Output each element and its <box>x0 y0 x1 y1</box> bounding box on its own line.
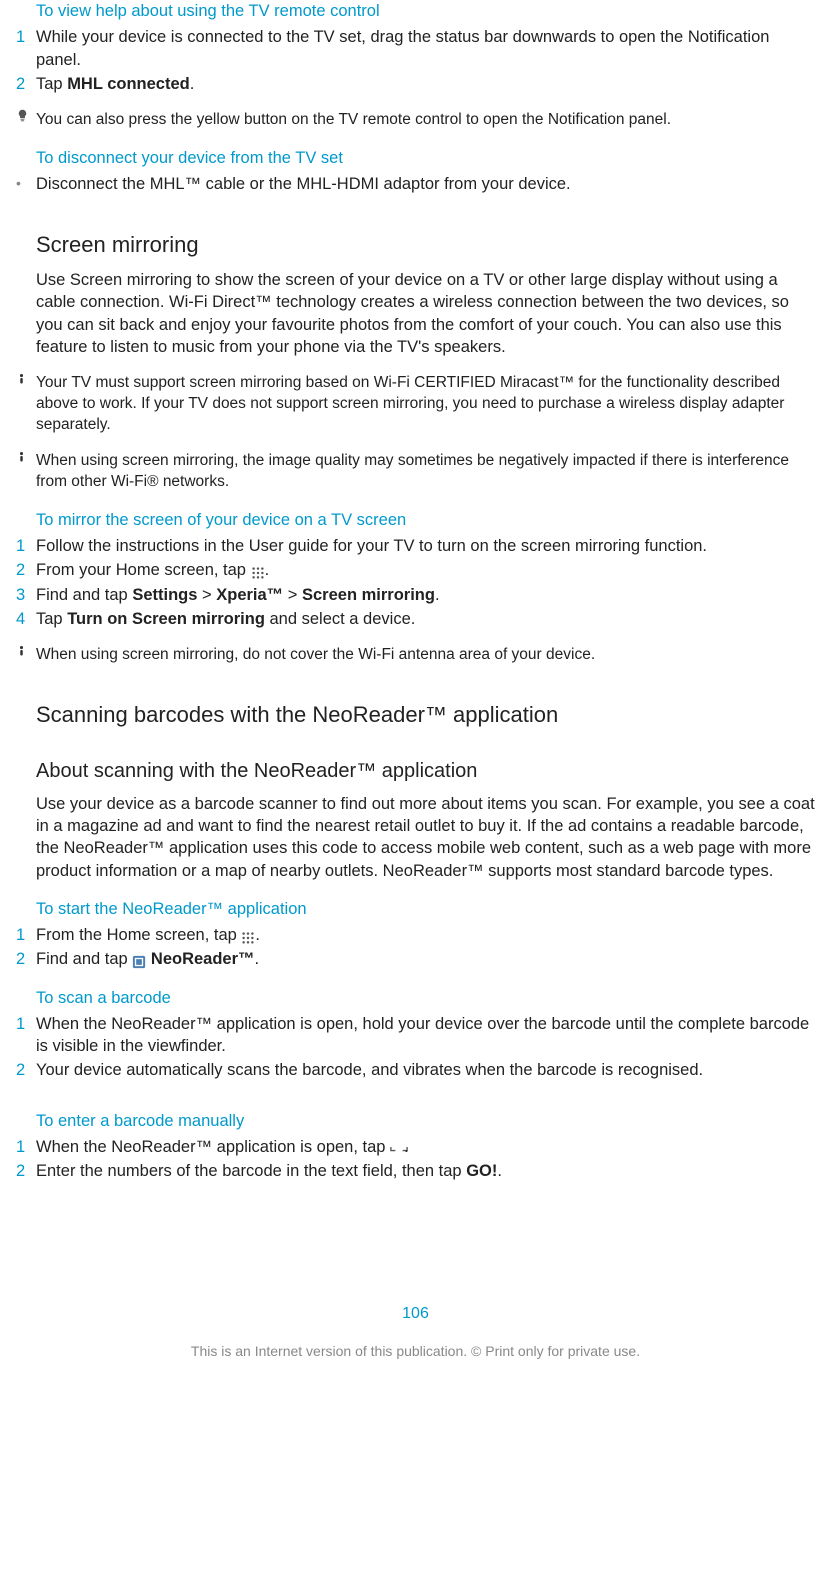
warning-row: When using screen mirroring, the image q… <box>36 450 815 493</box>
step-row: 1 When the NeoReader™ application is ope… <box>36 1136 815 1158</box>
step-text: When the NeoReader™ application is open,… <box>36 1013 815 1058</box>
text-part: From the Home screen, tap <box>36 926 241 944</box>
bullet-icon: • <box>16 173 36 194</box>
warning-text: When using screen mirroring, do not cove… <box>36 644 815 666</box>
text-part: . <box>497 1162 502 1180</box>
step-text: While your device is connected to the TV… <box>36 26 815 71</box>
heading-view-help: To view help about using the TV remote c… <box>36 0 815 22</box>
text-part: Enter the numbers of the barcode in the … <box>36 1162 466 1180</box>
bullet-text: Disconnect the MHL™ cable or the MHL-HDM… <box>36 173 815 195</box>
bulb-icon <box>16 109 36 122</box>
step-number: 2 <box>16 948 36 970</box>
step-row: 2 Find and tap NeoReader™. <box>36 948 815 970</box>
step-row: 2 From your Home screen, tap . <box>36 559 815 581</box>
text-part: From your Home screen, tap <box>36 561 251 579</box>
paragraph: Use your device as a barcode scanner to … <box>36 793 815 882</box>
step-text: From the Home screen, tap . <box>36 924 815 946</box>
step-text: Follow the instructions in the User guid… <box>36 535 815 557</box>
step-text: Enter the numbers of the barcode in the … <box>36 1160 815 1182</box>
step-text: Find and tap NeoReader™. <box>36 948 815 970</box>
text-part: . <box>190 75 195 93</box>
step-row: 1 From the Home screen, tap . <box>36 924 815 946</box>
step-number: 2 <box>16 559 36 581</box>
step-text: From your Home screen, tap . <box>36 559 815 581</box>
step-number: 2 <box>16 1160 36 1182</box>
text-part: . <box>435 586 440 604</box>
warning-text: When using screen mirroring, the image q… <box>36 450 815 493</box>
text-bold: Settings <box>132 586 197 604</box>
subheading-neoreader-about: About scanning with the NeoReader™ appli… <box>36 758 815 785</box>
warning-text: Your TV must support screen mirroring ba… <box>36 372 815 436</box>
text-part: Find and tap <box>36 950 132 968</box>
text-part: > <box>197 586 216 604</box>
heading-disconnect: To disconnect your device from the TV se… <box>36 147 815 169</box>
warning-row: Your TV must support screen mirroring ba… <box>36 372 815 436</box>
text-bold: GO! <box>466 1162 497 1180</box>
warning-row: When using screen mirroring, do not cove… <box>36 644 815 666</box>
heading-mirror-steps: To mirror the screen of your device on a… <box>36 509 815 531</box>
text-part: . <box>255 926 260 944</box>
apps-icon <box>241 929 255 943</box>
footer-text: This is an Internet version of this publ… <box>16 1342 815 1361</box>
step-row: 3 Find and tap Settings > Xperia™ > Scre… <box>36 584 815 606</box>
paragraph: Use Screen mirroring to show the screen … <box>36 269 815 358</box>
step-row: 2 Enter the numbers of the barcode in th… <box>36 1160 815 1182</box>
text-part: . <box>265 561 270 579</box>
step-text: When the NeoReader™ application is open,… <box>36 1136 815 1158</box>
apps-icon <box>251 564 265 578</box>
tip-text: You can also press the yellow button on … <box>36 109 815 131</box>
step-text: Your device automatically scans the barc… <box>36 1059 815 1081</box>
text-part: and select a device. <box>265 610 415 628</box>
text-bold: Turn on Screen mirroring <box>67 610 265 628</box>
bullet-row: • Disconnect the MHL™ cable or the MHL-H… <box>36 173 815 195</box>
text-part: When the NeoReader™ application is open,… <box>36 1138 390 1156</box>
step-row: 4 Tap Turn on Screen mirroring and selec… <box>36 608 815 630</box>
text-bold: Xperia™ <box>216 586 283 604</box>
step-row: 2 Tap MHL connected. <box>36 73 815 95</box>
warning-icon <box>16 644 36 658</box>
keyboard-icon <box>390 1141 404 1155</box>
text-part: . <box>255 950 260 968</box>
heading-scan: To scan a barcode <box>36 987 815 1009</box>
neoreader-icon <box>132 953 146 967</box>
step-number: 1 <box>16 1013 36 1035</box>
step-number: 2 <box>16 73 36 95</box>
text-part: Tap <box>36 610 67 628</box>
text-part: Find and tap <box>36 586 132 604</box>
step-row: 2 Your device automatically scans the ba… <box>36 1059 815 1081</box>
warning-icon <box>16 450 36 464</box>
step-number: 3 <box>16 584 36 606</box>
text-bold: Screen mirroring <box>302 586 435 604</box>
step-number: 4 <box>16 608 36 630</box>
step-number: 1 <box>16 535 36 557</box>
heading-start-neo: To start the NeoReader™ application <box>36 898 815 920</box>
text-part: Tap <box>36 75 67 93</box>
step-text: Tap Turn on Screen mirroring and select … <box>36 608 815 630</box>
step-number: 2 <box>16 1059 36 1081</box>
text-part: > <box>283 586 302 604</box>
text-bold: NeoReader™ <box>146 950 254 968</box>
step-number: 1 <box>16 1136 36 1158</box>
step-number: 1 <box>16 26 36 48</box>
heading-manual: To enter a barcode manually <box>36 1110 815 1132</box>
warning-icon <box>16 372 36 386</box>
text-part: . <box>404 1138 409 1156</box>
heading-screen-mirroring: Screen mirroring <box>36 230 815 260</box>
page-number: 106 <box>16 1303 815 1325</box>
step-number: 1 <box>16 924 36 946</box>
step-text: Tap MHL connected. <box>36 73 815 95</box>
step-row: 1 While your device is connected to the … <box>36 26 815 71</box>
text-bold: MHL connected <box>67 75 190 93</box>
step-row: 1 When the NeoReader™ application is ope… <box>36 1013 815 1058</box>
heading-neoreader: Scanning barcodes with the NeoReader™ ap… <box>36 700 815 730</box>
step-text: Find and tap Settings > Xperia™ > Screen… <box>36 584 815 606</box>
step-row: 1 Follow the instructions in the User gu… <box>36 535 815 557</box>
tip-row: You can also press the yellow button on … <box>36 109 815 131</box>
